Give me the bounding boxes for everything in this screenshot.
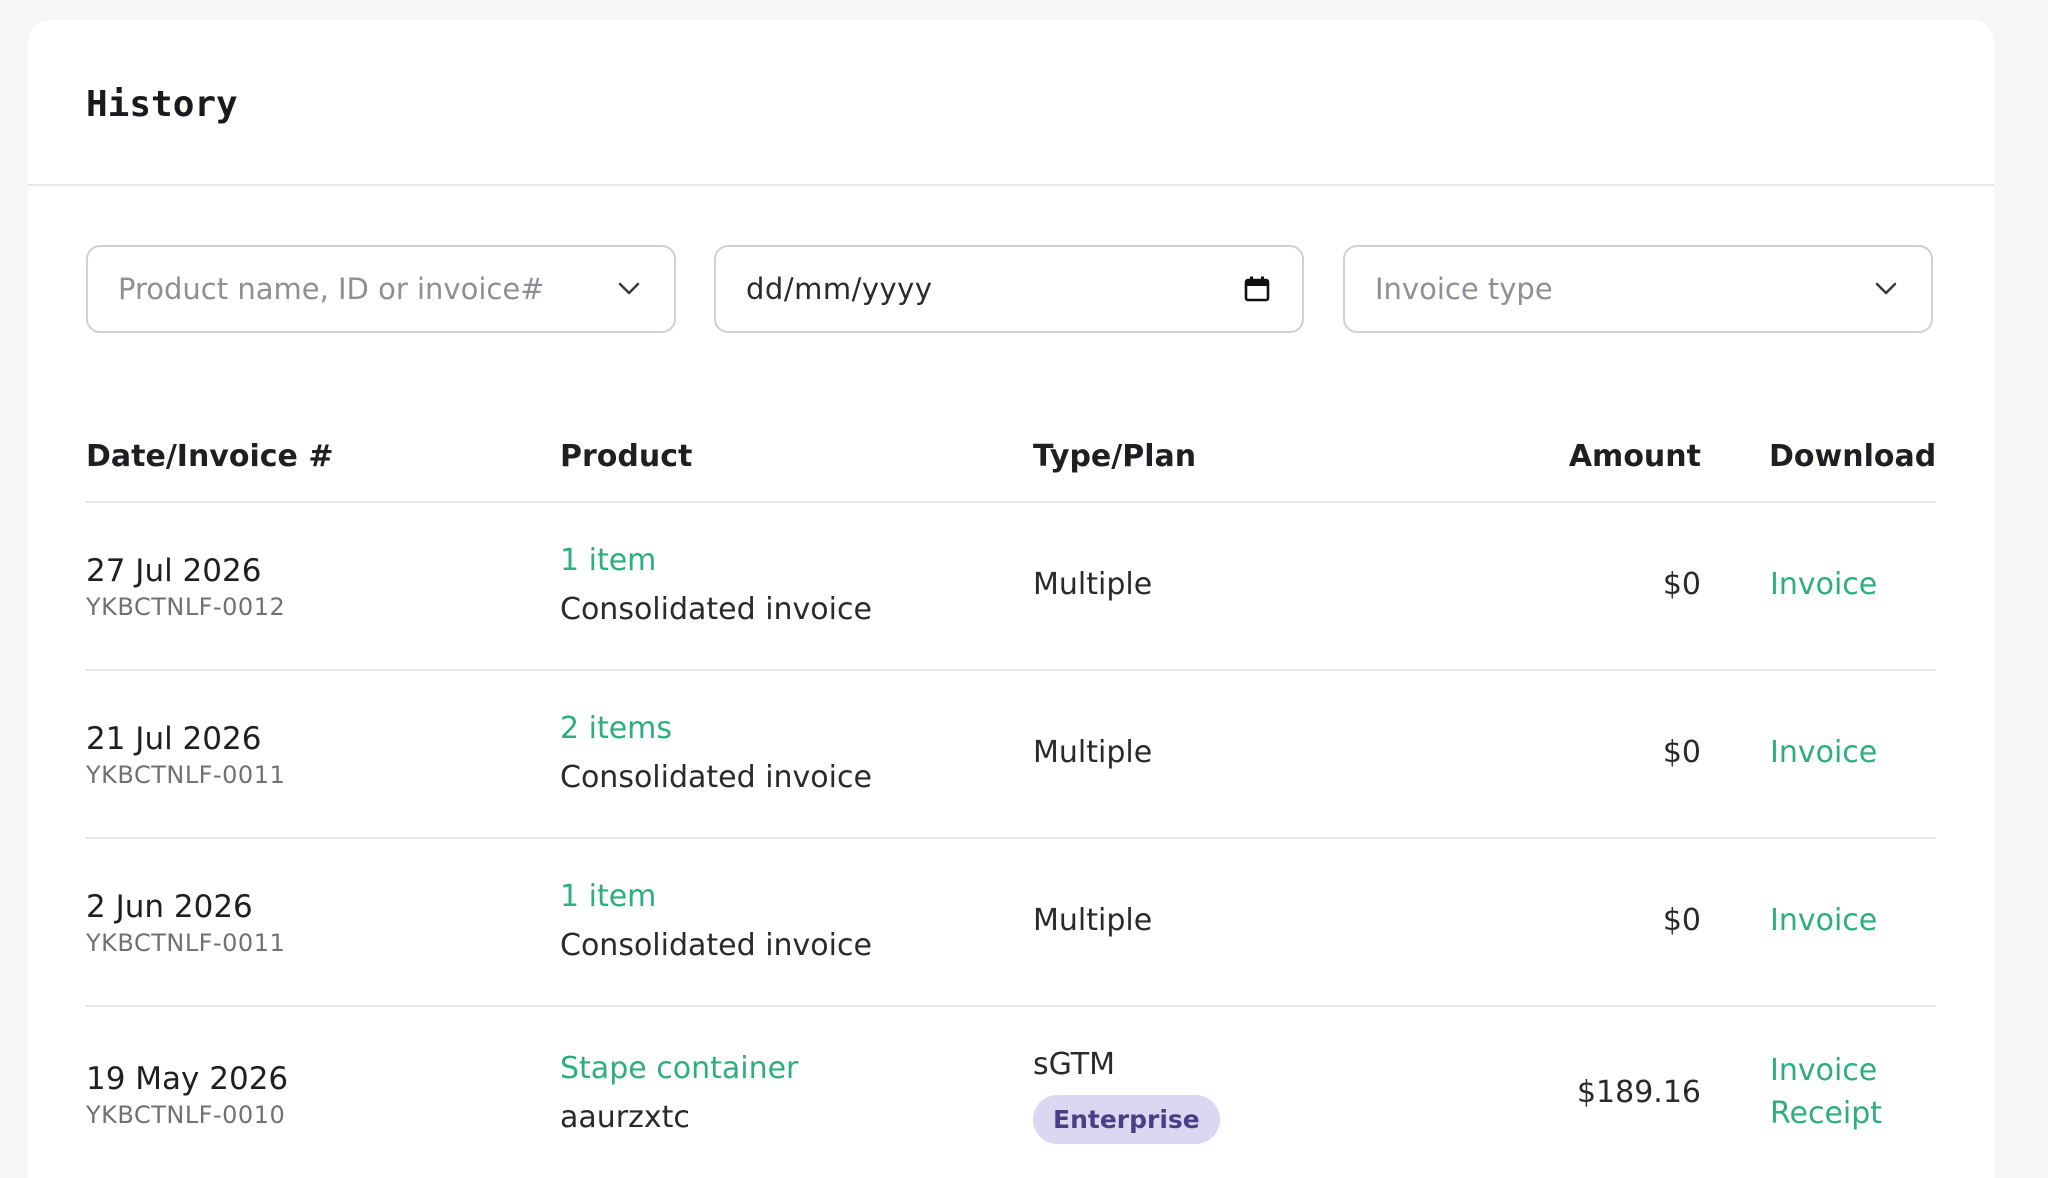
product-subtitle: Consolidated invoice bbox=[560, 928, 872, 963]
chevron-down-icon bbox=[1871, 274, 1901, 304]
invoice-type-placeholder: Invoice type bbox=[1375, 272, 1553, 306]
date-input-value: dd/mm/yyyy bbox=[746, 272, 933, 306]
product-subtitle: Consolidated invoice bbox=[560, 760, 872, 795]
column-header-product: Product bbox=[560, 439, 693, 474]
filters-bar: Product name, ID or invoice# dd/mm/yyyy … bbox=[86, 245, 1936, 333]
history-table: Date/Invoice # Product Type/Plan Amount … bbox=[86, 415, 1936, 1178]
row-amount: $189.16 bbox=[1576, 1075, 1701, 1110]
invoice-type-select[interactable]: Invoice type bbox=[1343, 245, 1933, 333]
row-type: Multiple bbox=[1033, 567, 1153, 602]
chevron-down-icon bbox=[614, 274, 644, 304]
column-header-type: Type/Plan bbox=[1033, 439, 1197, 474]
row-type: Multiple bbox=[1033, 903, 1153, 938]
row-date: 27 Jul 2026 bbox=[86, 553, 262, 589]
table-row: 21 Jul 2026 YKBCTNLF-0011 2 items Consol… bbox=[86, 671, 1936, 839]
product-items-link[interactable]: 1 item bbox=[560, 879, 656, 914]
product-search-placeholder: Product name, ID or invoice# bbox=[118, 272, 545, 306]
plan-badge: Enterprise bbox=[1033, 1095, 1220, 1144]
download-invoice-link[interactable]: Invoice bbox=[1770, 735, 1877, 770]
row-date: 21 Jul 2026 bbox=[86, 721, 262, 757]
date-input[interactable]: dd/mm/yyyy bbox=[714, 245, 1304, 333]
product-items-link[interactable]: 2 items bbox=[560, 711, 672, 746]
table-header: Date/Invoice # Product Type/Plan Amount … bbox=[86, 415, 1936, 503]
product-subtitle: aaurzxtc bbox=[560, 1100, 690, 1135]
row-date: 19 May 2026 bbox=[86, 1061, 289, 1097]
product-subtitle: Consolidated invoice bbox=[560, 592, 872, 627]
page-title: History bbox=[86, 83, 238, 125]
column-header-amount: Amount bbox=[1568, 439, 1701, 474]
calendar-icon[interactable] bbox=[1242, 274, 1272, 304]
download-invoice-link[interactable]: Invoice bbox=[1770, 903, 1877, 938]
row-type: sGTM bbox=[1033, 1047, 1116, 1082]
download-invoice-link[interactable]: Invoice bbox=[1770, 1053, 1877, 1088]
column-header-download: Download bbox=[1769, 439, 1937, 474]
row-type: Multiple bbox=[1033, 735, 1153, 770]
history-card: History Product name, ID or invoice# dd/… bbox=[28, 20, 1994, 1178]
row-invoice-number: YKBCTNLF-0012 bbox=[86, 593, 286, 621]
column-header-date: Date/Invoice # bbox=[86, 439, 334, 474]
download-invoice-link[interactable]: Invoice bbox=[1770, 567, 1877, 602]
row-invoice-number: YKBCTNLF-0010 bbox=[86, 1101, 286, 1129]
row-amount: $0 bbox=[1662, 903, 1701, 938]
table-row: 27 Jul 2026 YKBCTNLF-0012 1 item Consoli… bbox=[86, 503, 1936, 671]
card-header: History bbox=[28, 20, 1994, 186]
table-row: 2 Jun 2026 YKBCTNLF-0011 1 item Consolid… bbox=[86, 839, 1936, 1007]
plan-badge-label: Enterprise bbox=[1033, 1095, 1220, 1144]
row-amount: $0 bbox=[1662, 735, 1701, 770]
product-items-link[interactable]: 1 item bbox=[560, 543, 656, 578]
table-row: 19 May 2026 YKBCTNLF-0010 Stape containe… bbox=[86, 1007, 1936, 1178]
download-receipt-link[interactable]: Receipt bbox=[1770, 1096, 1882, 1131]
row-invoice-number: YKBCTNLF-0011 bbox=[86, 929, 286, 957]
row-invoice-number: YKBCTNLF-0011 bbox=[86, 761, 286, 789]
row-amount: $0 bbox=[1662, 567, 1701, 602]
row-date: 2 Jun 2026 bbox=[86, 889, 253, 925]
product-name-link[interactable]: Stape container bbox=[560, 1051, 798, 1086]
product-search-select[interactable]: Product name, ID or invoice# bbox=[86, 245, 676, 333]
